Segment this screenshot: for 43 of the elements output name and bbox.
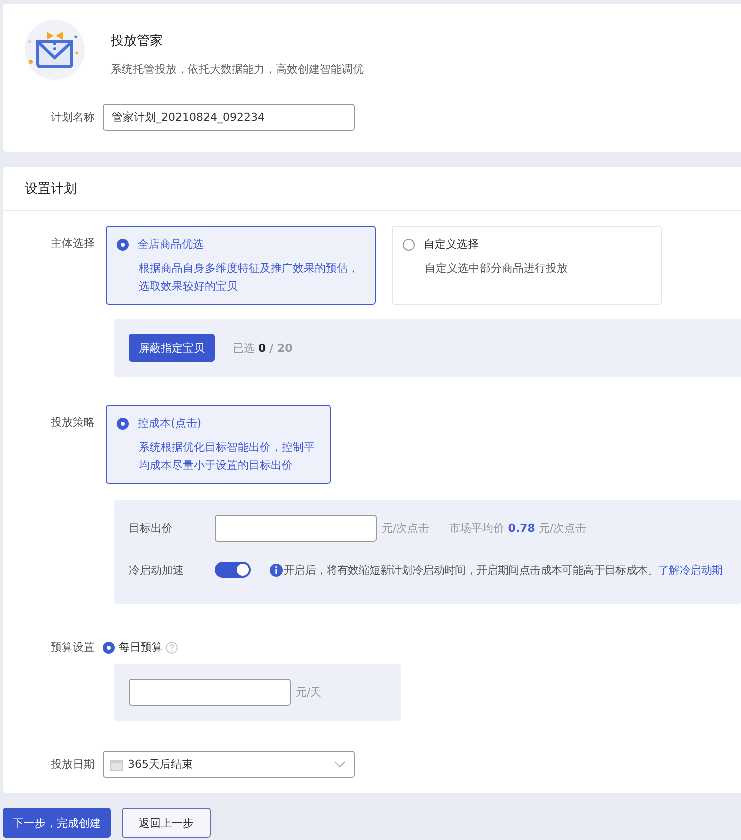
selected-count: 已选 0 / 20 bbox=[233, 340, 293, 356]
unit-label: 元/次点击 bbox=[382, 521, 430, 536]
toggle-switch[interactable] bbox=[215, 562, 251, 578]
radio-button[interactable] bbox=[117, 418, 129, 430]
option-card[interactable]: 全店商品优选 根据商品自身多维度特征及推广效果的预估，选取效果较好的宝贝 bbox=[106, 226, 376, 305]
option-card[interactable]: 控成本(点击) 系统根据优化目标智能出价，控制平均成本尽量小于设置的目标出价 bbox=[106, 405, 331, 484]
logo-icon bbox=[25, 20, 85, 80]
unit-label: 元/天 bbox=[296, 685, 322, 700]
plan-name-field[interactable]: 管家计划_20210824_092234 bbox=[103, 104, 355, 131]
page-subtitle: 系统托管投放，依托大数据能力，高效创建智能调优 bbox=[111, 62, 364, 77]
field-label: 计划名称 bbox=[50, 110, 96, 125]
footer-button[interactable]: 返回上一步 bbox=[122, 808, 211, 838]
option-description: 自定义选中部分商品进行投放 bbox=[425, 261, 569, 277]
field-label: 冷启动加速 bbox=[129, 562, 185, 578]
field-label: 预算设置 bbox=[50, 640, 96, 655]
option-title: 全店商品优选 bbox=[138, 237, 204, 252]
field-label: 投放日期 bbox=[50, 757, 96, 772]
notice-text: 开启后，将有效缩短新计划冷启动时间，开启期间点击成本可能高于目标成本。 bbox=[284, 562, 659, 578]
footer-button[interactable]: 下一步，完成创建 bbox=[3, 808, 111, 838]
field-label: 主体选择 bbox=[50, 236, 96, 251]
field-label: 投放策略 bbox=[50, 415, 96, 430]
option-description: 根据商品自身多维度特征及推广效果的预估，选取效果较好的宝贝 bbox=[139, 261, 360, 295]
daily-budget-field[interactable] bbox=[129, 679, 291, 706]
radio-button[interactable] bbox=[103, 642, 115, 654]
caret-icon bbox=[334, 761, 346, 768]
section-title: 设置计划 bbox=[25, 180, 77, 198]
target-bid-field[interactable] bbox=[215, 515, 377, 542]
help-icon bbox=[166, 642, 178, 654]
radio-button[interactable] bbox=[403, 238, 415, 250]
option-description: 系统根据优化目标智能出价，控制平均成本尽量小于设置的目标出价 bbox=[139, 440, 316, 474]
option-card[interactable]: 自定义选择 自定义选中部分商品进行投放 bbox=[392, 226, 662, 305]
market-average-price: 市场平均价 0.78 元/次点击 bbox=[450, 521, 587, 536]
exclude-items-button[interactable]: 屏蔽指定宝贝 bbox=[129, 334, 215, 362]
option-title: 自定义选择 bbox=[424, 237, 479, 252]
radio-button[interactable] bbox=[117, 238, 129, 250]
learn-more-link[interactable]: 了解冷启动期 bbox=[658, 562, 723, 578]
option-title: 每日预算 bbox=[119, 640, 163, 655]
option-title: 控成本(点击) bbox=[138, 416, 202, 431]
info-icon bbox=[270, 564, 283, 576]
date-select[interactable]: 365天后结束 bbox=[103, 751, 355, 778]
field-label: 目标出价 bbox=[129, 521, 174, 536]
page-title: 投放管家 bbox=[111, 33, 164, 50]
calendar-icon bbox=[110, 758, 123, 770]
